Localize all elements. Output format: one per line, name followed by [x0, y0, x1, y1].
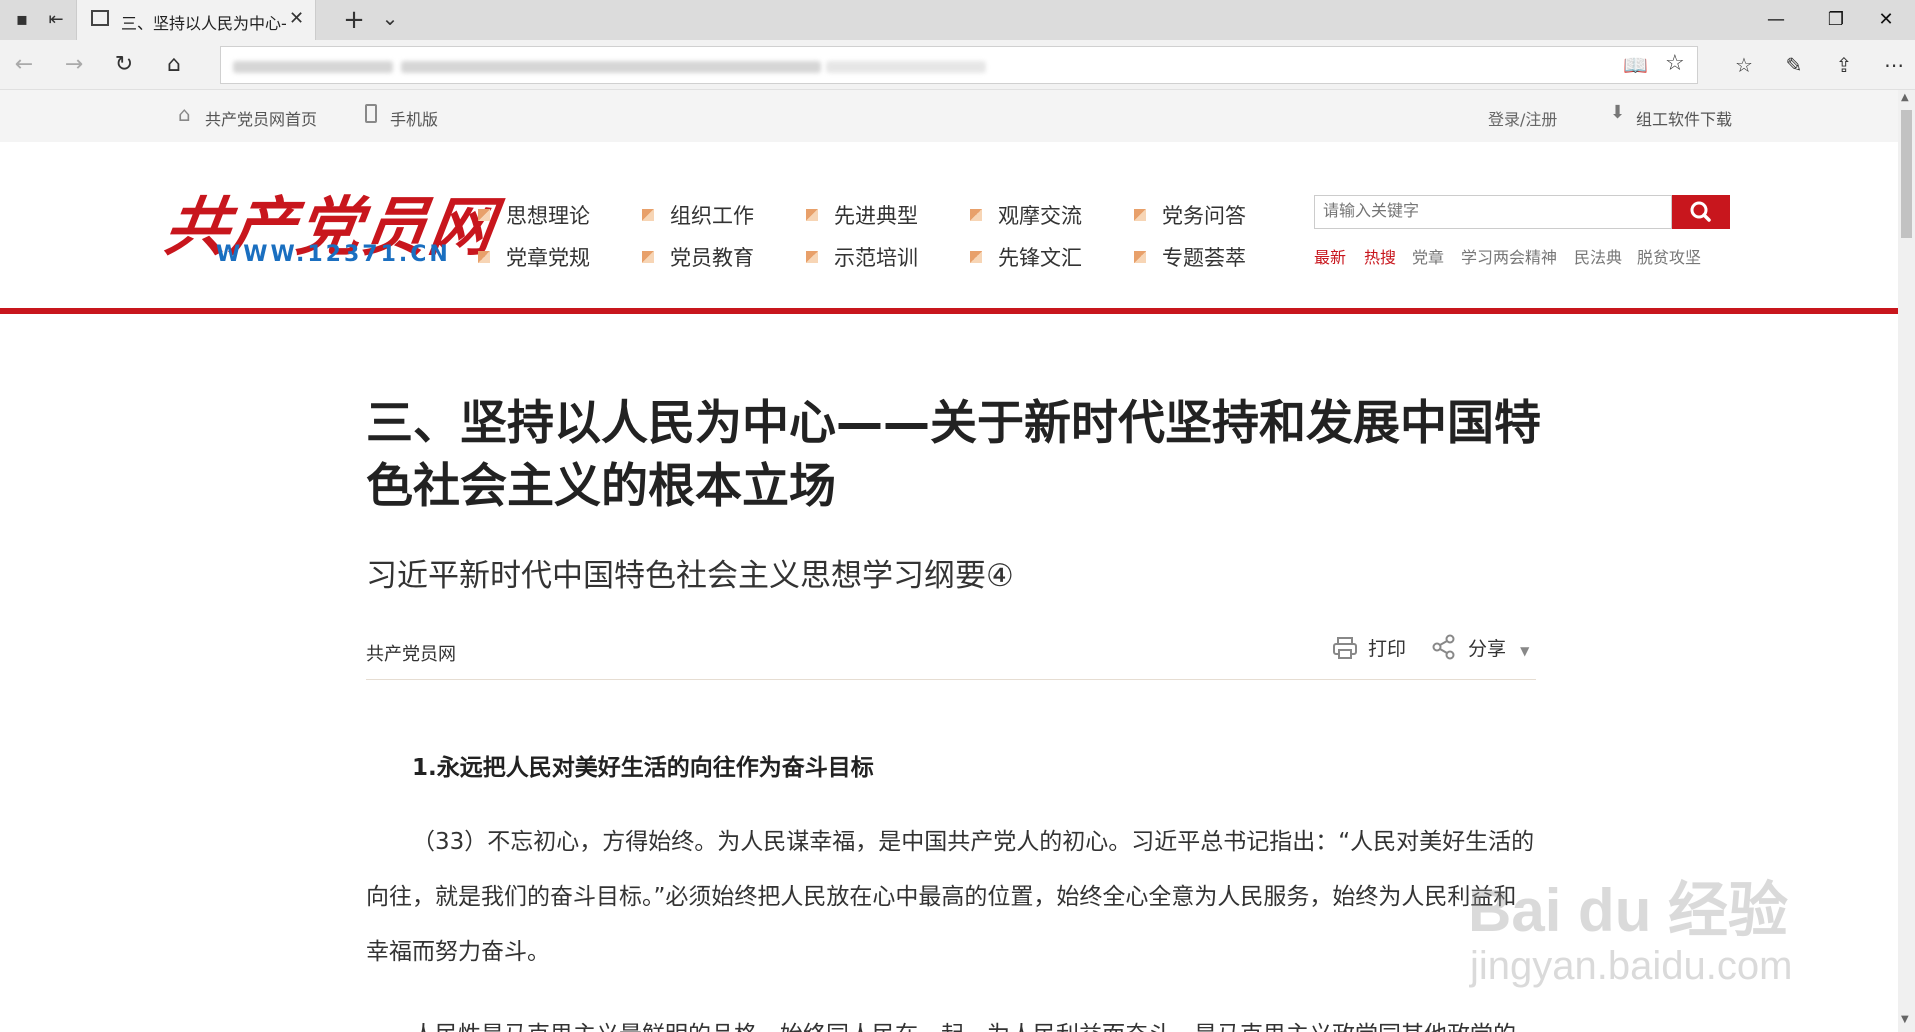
- tab-list-dropdown[interactable]: ⌄: [372, 0, 408, 36]
- site-logo-url[interactable]: WWW.12371.CN: [216, 242, 451, 267]
- mobile-icon: [365, 104, 377, 123]
- download-icon: ⬇: [1610, 102, 1626, 123]
- nav-item[interactable]: 先进典型: [806, 200, 918, 230]
- set-aside-tabs-icon[interactable]: ⇤: [38, 2, 74, 38]
- page-scrollbar[interactable]: ▲ ▼: [1898, 90, 1915, 1032]
- bullet-icon: [1134, 209, 1146, 221]
- paragraph: 人民性是马克思主义最鲜明的品格。始终同人民在一起，为人民利益而奋斗，是马克思主义…: [366, 1008, 1536, 1032]
- pen-note-icon[interactable]: ✎: [1776, 47, 1812, 83]
- bullet-icon: [642, 209, 654, 221]
- new-tab-button[interactable]: +: [336, 2, 372, 38]
- close-window-button[interactable]: ✕: [1856, 0, 1915, 40]
- scroll-up-icon[interactable]: ▲: [1901, 92, 1909, 103]
- download-link[interactable]: 组工软件下载: [1636, 106, 1732, 130]
- reading-view-icon[interactable]: 📖: [1623, 53, 1648, 77]
- article-source: 共产党员网: [366, 644, 456, 665]
- back-arrow-icon[interactable]: ←: [6, 47, 42, 83]
- favorites-hub-icon[interactable]: ☆: [1726, 47, 1762, 83]
- search-button[interactable]: [1672, 195, 1730, 229]
- page-icon: [91, 10, 109, 26]
- hot-word[interactable]: 学习两会精神: [1461, 244, 1557, 268]
- article-subtitle: 习近平新时代中国特色社会主义思想学习纲要④: [366, 558, 1014, 594]
- search-icon: [1690, 201, 1711, 222]
- nav-item[interactable]: 党务问答: [1134, 200, 1246, 230]
- favorite-star-icon[interactable]: ☆: [1665, 51, 1685, 76]
- header-divider: [0, 308, 1898, 314]
- login-link[interactable]: 登录/注册: [1488, 106, 1557, 130]
- house-icon: ⌂: [178, 102, 191, 126]
- browser-tab[interactable]: 三、坚持以人民为中心- ✕: [76, 0, 316, 40]
- tab-close-icon[interactable]: ✕: [289, 8, 304, 29]
- share-icon[interactable]: ⇪: [1826, 47, 1862, 83]
- hot-word[interactable]: 最新: [1314, 244, 1346, 268]
- bullet-icon: [806, 209, 818, 221]
- bullet-icon: [478, 251, 490, 263]
- nav-item[interactable]: 先锋文汇: [970, 242, 1082, 272]
- address-field[interactable]: 📖 ☆: [220, 46, 1698, 84]
- blurred-url: [826, 61, 986, 73]
- share-button[interactable]: 分享 ▼: [1432, 634, 1529, 661]
- scrollbar-thumb[interactable]: [1901, 110, 1912, 238]
- search-box: [1314, 195, 1672, 229]
- article-divider: [366, 679, 1536, 680]
- more-menu-icon[interactable]: ⋯: [1876, 47, 1912, 83]
- print-button[interactable]: 打印: [1332, 634, 1406, 661]
- paragraph: （33）不忘初心，方得始终。为人民谋幸福，是中国共产党人的初心。习近平总书记指出…: [366, 829, 1535, 965]
- scroll-down-icon[interactable]: ▼: [1901, 1014, 1909, 1025]
- tab-title: 三、坚持以人民为中心-: [121, 14, 287, 33]
- section-heading: 1.永远把人民对美好生活的向往作为奋斗目标: [412, 755, 874, 781]
- nav-item[interactable]: 示范培训: [806, 242, 918, 272]
- hot-word[interactable]: 热搜: [1364, 244, 1396, 268]
- printer-icon: [1333, 637, 1357, 659]
- bullet-icon: [970, 209, 982, 221]
- bullet-icon: [806, 251, 818, 263]
- watermark-url: jingyan.baidu.com: [1470, 944, 1793, 988]
- share-icon: [1432, 634, 1455, 660]
- browser-toolbar: ← → ↻ ⌂ 📖 ☆ ☆ ✎ ⇪ ⋯: [0, 40, 1915, 90]
- nav-item[interactable]: 专题荟萃: [1134, 242, 1246, 272]
- hot-word[interactable]: 脱贫攻坚: [1637, 244, 1701, 268]
- minimize-button[interactable]: —: [1746, 0, 1806, 40]
- nav-item[interactable]: 组织工作: [642, 200, 754, 230]
- mobile-link[interactable]: 手机版: [390, 106, 438, 130]
- bullet-icon: [478, 209, 490, 221]
- hot-word[interactable]: 党章: [1412, 244, 1444, 268]
- caret-down-icon: ▼: [1520, 644, 1530, 658]
- tab-actions-icon[interactable]: ▪: [4, 2, 40, 38]
- bullet-icon: [970, 251, 982, 263]
- nav-item[interactable]: 党员教育: [642, 242, 754, 272]
- bullet-icon: [1134, 251, 1146, 263]
- home-link[interactable]: 共产党员网首页: [205, 106, 317, 130]
- site-header: 共产党员网 WWW.12371.CN 思想理论 组织工作 先进典型 观摩交流 党…: [0, 142, 1898, 314]
- article-title: 三、坚持以人民为中心——关于新时代坚持和发展中国特色社会主义的根本立场: [366, 396, 1541, 514]
- search-input[interactable]: [1315, 196, 1671, 228]
- nav-item[interactable]: 观摩交流: [970, 200, 1082, 230]
- home-icon[interactable]: ⌂: [156, 47, 192, 83]
- forward-arrow-icon[interactable]: →: [56, 47, 92, 83]
- site-top-strip: ⌂ 共产党员网首页 手机版 登录/注册 ⬇ 组工软件下载: [0, 90, 1898, 142]
- blurred-url: [401, 61, 821, 73]
- bullet-icon: [642, 251, 654, 263]
- watermark-logo: Bai du 经验: [1468, 877, 1789, 944]
- blurred-url: [233, 61, 393, 73]
- refresh-icon[interactable]: ↻: [106, 47, 142, 83]
- hot-word[interactable]: 民法典: [1574, 244, 1622, 268]
- nav-item[interactable]: 思想理论: [478, 200, 590, 230]
- browser-tab-bar: ▪ ⇤ 三、坚持以人民为中心- ✕ + ⌄ — ❐ ✕: [0, 0, 1915, 40]
- nav-item[interactable]: 党章党规: [478, 242, 590, 272]
